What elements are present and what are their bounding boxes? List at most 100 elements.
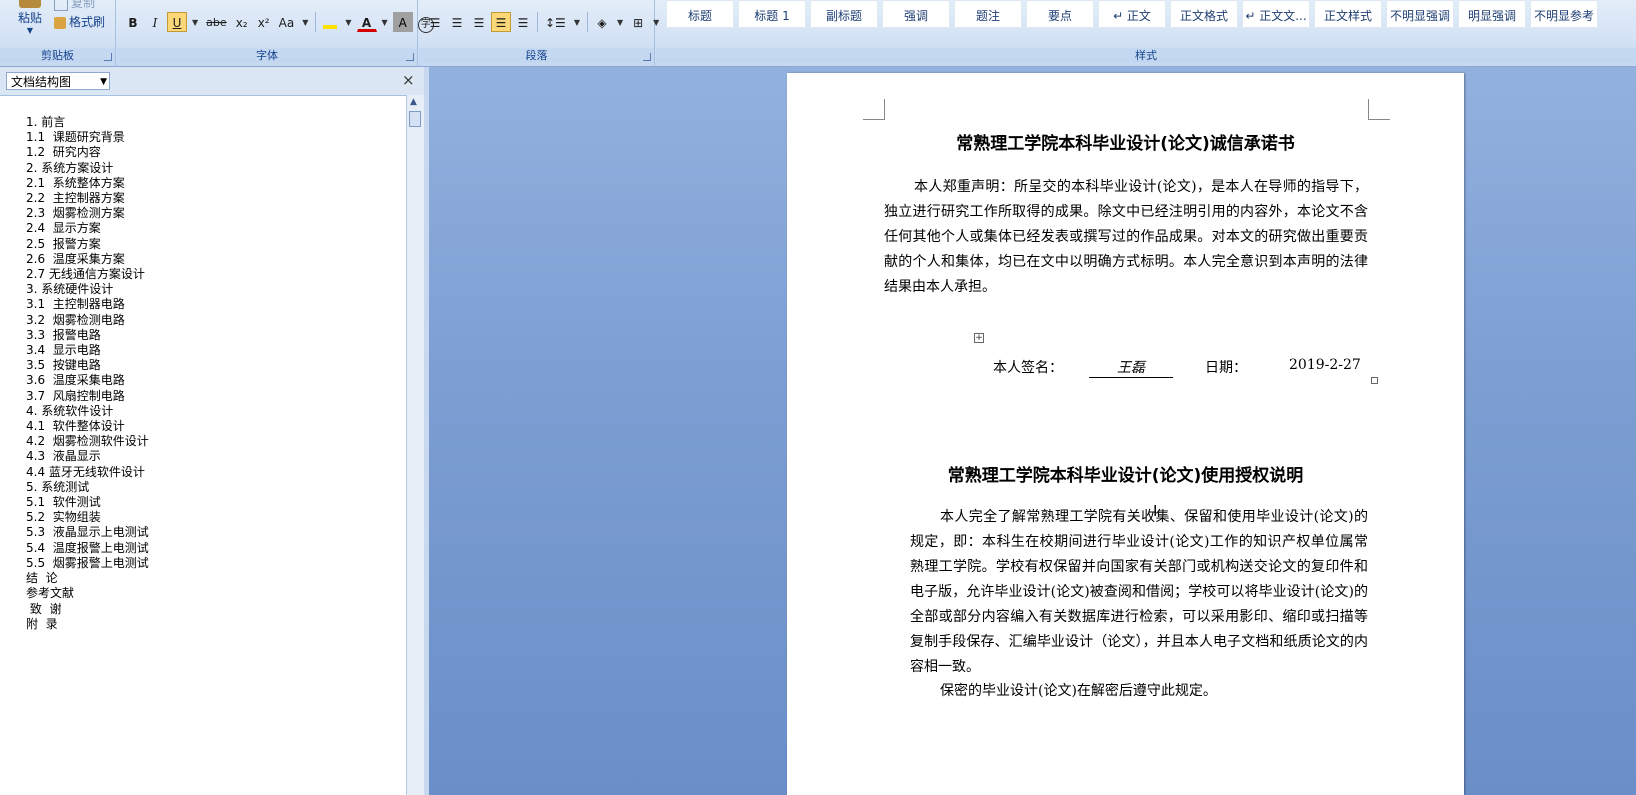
line-spacing-dropdown-icon[interactable]: ▼ [571,12,583,32]
outline-item[interactable]: 1.2 研究内容 [26,145,406,160]
style-intense-emphasis[interactable]: 明显强调 [1458,0,1526,28]
outline-item[interactable]: 3.3 报警电路 [26,328,406,343]
outline-item[interactable]: 3.6 温度采集电路 [26,373,406,388]
signature-name: 王磊 [1089,357,1173,378]
copy-button[interactable]: 复制 [54,0,95,11]
outline-item[interactable]: 2.3 烟雾检测方案 [26,206,406,221]
view-select[interactable]: 文档结构图 ▼ [6,72,110,90]
outline-item[interactable]: 4.4 蓝牙无线软件设计 [26,465,406,480]
strikethrough-button[interactable]: abe [203,12,230,32]
table-move-handle-icon[interactable]: + [974,333,984,343]
scroll-thumb[interactable] [409,111,421,127]
shading-button[interactable]: ◈ [592,12,612,32]
chevron-down-icon: ▼ [26,26,34,35]
highlight-dropdown-icon[interactable]: ▼ [342,12,354,32]
outline-item[interactable]: 2.5 报警方案 [26,237,406,252]
outline-item[interactable]: 5. 系统测试 [26,480,406,495]
style-heading-1[interactable]: 标题 1 [738,0,806,28]
outline-item[interactable]: 3.4 显示电路 [26,343,406,358]
scroll-up-icon[interactable]: ▲ [410,97,417,107]
align-left-button[interactable]: ☰ [425,12,445,32]
outline-item[interactable]: 1.1 课题研究背景 [26,130,406,145]
char-shading-button[interactable]: A [392,12,413,32]
style-key-points[interactable]: 要点 [1026,0,1094,28]
underline-dropdown-icon[interactable]: ▼ [189,12,201,32]
style-normal[interactable]: ↵ 正文 [1098,0,1166,28]
paste-button[interactable]: 粘贴 ▼ [8,0,52,44]
outline-item[interactable]: 4.1 软件整体设计 [26,419,406,434]
style-body-style[interactable]: 正文样式 [1314,0,1382,28]
outline-item[interactable]: 5.3 液晶显示上电测试 [26,525,406,540]
paragraph-group: ☰ ☰ ☰ ☰ ☰ ↕☰ ▼ ◈ ▼ ⊞ ▼ 段落 [419,0,659,66]
format-painter-button[interactable]: 格式刷 [54,13,105,30]
document-page[interactable]: 常熟理工学院本科毕业设计(论文)诚信承诺书 本人郑重声明：所呈交的本科毕业设计(… [787,73,1464,795]
outline-item[interactable]: 5.2 实物组装 [26,510,406,525]
align-center-icon: ☰ [451,16,463,30]
ribbon: 粘贴 ▼ 复制 格式刷 剪贴板 B I U ▼ abe x₂ x² Aa ▼ ▼… [0,0,1636,67]
outline-item[interactable]: 2.2 主控制器方案 [26,191,406,206]
style-body-text[interactable]: ↵ 正文文... [1242,0,1310,28]
outline-item[interactable]: 4. 系统软件设计 [26,404,406,419]
outline-item[interactable]: 3.1 主控制器电路 [26,297,406,312]
outline-item[interactable]: 2.6 温度采集方案 [26,252,406,267]
font-format-row: B I U ▼ abe x₂ x² Aa ▼ ▼ A ▼ A 字 [123,12,437,34]
outline-item[interactable]: 结 论 [26,571,406,586]
font-color-button[interactable]: A [356,12,377,32]
outline-item[interactable]: 2.1 系统整体方案 [26,176,406,191]
style-emphasis[interactable]: 强调 [882,0,950,28]
dialog-launcher-icon[interactable] [643,53,651,61]
border-grid-icon: ⊞ [633,16,644,30]
outline-item[interactable]: 3.5 按键电路 [26,358,406,373]
outline-item[interactable]: 4.3 液晶显示 [26,449,406,464]
outline-item[interactable]: 4.2 烟雾检测软件设计 [26,434,406,449]
outline-item[interactable]: 3.2 烟雾检测电路 [26,313,406,328]
paint-bucket-icon: ◈ [597,16,607,30]
borders-button[interactable]: ⊞ [628,12,648,32]
dialog-launcher-icon[interactable] [406,53,414,61]
style-caption[interactable]: 题注 [954,0,1022,28]
align-center-button[interactable]: ☰ [447,12,467,32]
align-right-button[interactable]: ☰ [469,12,489,32]
outline-item[interactable]: 5.5 烟雾报警上电测试 [26,556,406,571]
change-case-button[interactable]: Aa [276,12,298,32]
change-case-dropdown-icon[interactable]: ▼ [299,12,311,32]
subscript-button[interactable]: x₂ [232,12,252,32]
style-subtitle[interactable]: 副标题 [810,0,878,28]
style-subtle-emphasis[interactable]: 不明显强调 [1386,0,1454,28]
outline-item[interactable]: 3. 系统硬件设计 [26,282,406,297]
distribute-button[interactable]: ☰ [513,12,533,32]
superscript-button[interactable]: x² [254,12,274,32]
paragraph-format-row: ☰ ☰ ☰ ☰ ☰ ↕☰ ▼ ◈ ▼ ⊞ ▼ [425,12,662,34]
outline-item[interactable]: 2.7 无线通信方案设计 [26,267,406,282]
integrity-pledge-title: 常熟理工学院本科毕业设计(论文)诚信承诺书 [956,134,1295,154]
style-subtle-reference[interactable]: 不明显参考 [1530,0,1598,28]
style-body-format[interactable]: 正文格式 [1170,0,1238,28]
nav-scrollbar[interactable]: ▲ [406,95,424,795]
copy-icon [54,0,68,11]
dialog-launcher-icon[interactable] [104,53,112,61]
outline-item[interactable]: 2. 系统方案设计 [26,161,406,176]
table-resize-handle[interactable] [1371,377,1378,384]
font-color-dropdown-icon[interactable]: ▼ [379,12,391,32]
outline-item[interactable]: 1. 前言 [26,115,406,130]
align-left-icon: ☰ [429,16,441,30]
outline-item[interactable]: 3.7 风扇控制电路 [26,389,406,404]
outline-item[interactable]: 参考文献 [26,586,406,601]
outline-item[interactable]: 致 谢 [26,602,406,617]
authorization-title: 常熟理工学院本科毕业设计(论文)使用授权说明 [947,466,1304,486]
shading-dropdown-icon[interactable]: ▼ [614,12,626,32]
style-heading[interactable]: 标题 [666,0,734,28]
outline-item[interactable]: 5.1 软件测试 [26,495,406,510]
line-spacing-button[interactable]: ↕☰ [542,12,569,32]
close-icon[interactable]: × [402,71,415,89]
bold-button[interactable]: B [123,12,143,32]
justify-button[interactable]: ☰ [491,12,511,32]
clipboard-group-label: 剪贴板 [0,48,115,63]
italic-button[interactable]: I [145,12,165,32]
highlight-button[interactable] [320,12,340,32]
outline-item[interactable]: 5.4 温度报警上电测试 [26,541,406,556]
underline-button[interactable]: U [167,12,187,32]
outline-item[interactable]: 附 录 [26,617,406,632]
line-spacing-icon: ↕☰ [545,16,566,30]
outline-item[interactable]: 2.4 显示方案 [26,221,406,236]
